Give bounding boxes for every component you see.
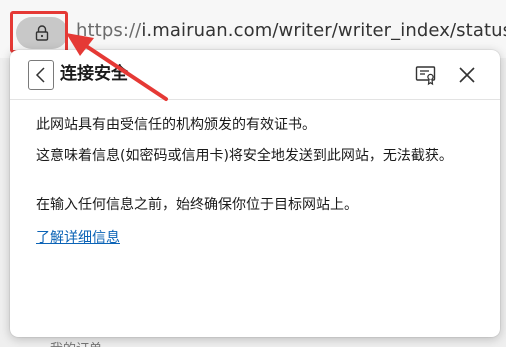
close-icon[interactable] (456, 64, 478, 86)
browser-window: 我的订单 https://i.mairuan.com/writer/writer… (0, 0, 506, 347)
url-field[interactable]: https://i.mairuan.com/writer/writer_inde… (76, 18, 506, 44)
background-page-text: 我的订单 (50, 338, 102, 347)
url-scheme: https:// (76, 20, 142, 41)
popup-header: 连接安全 (10, 50, 500, 100)
url-host-path: i.mairuan.com/writer/writer_index/status… (141, 20, 506, 41)
learn-more-link[interactable]: 了解详细信息 (36, 227, 120, 249)
popup-title: 连接安全 (60, 64, 128, 84)
chevron-left-icon (35, 67, 45, 83)
secure-transmission-text: 这意味着信息(如密码或信用卡)将安全地发送到此网站，无法截获。 (36, 148, 453, 164)
connection-security-popup: 连接安全 此网站具有由受信任的机构颁发的有效证书。 这意味着信息(如密码或信用卡… (10, 50, 500, 337)
annotation-highlight-box (10, 11, 68, 53)
verify-site-text: 在输入任何信息之前，始终确保你位于目标网站上。 (36, 197, 358, 213)
valid-certificate-text: 此网站具有由受信任的机构颁发的有效证书。 (36, 117, 316, 133)
certificate-icon[interactable] (415, 64, 437, 86)
back-button[interactable] (28, 60, 54, 90)
